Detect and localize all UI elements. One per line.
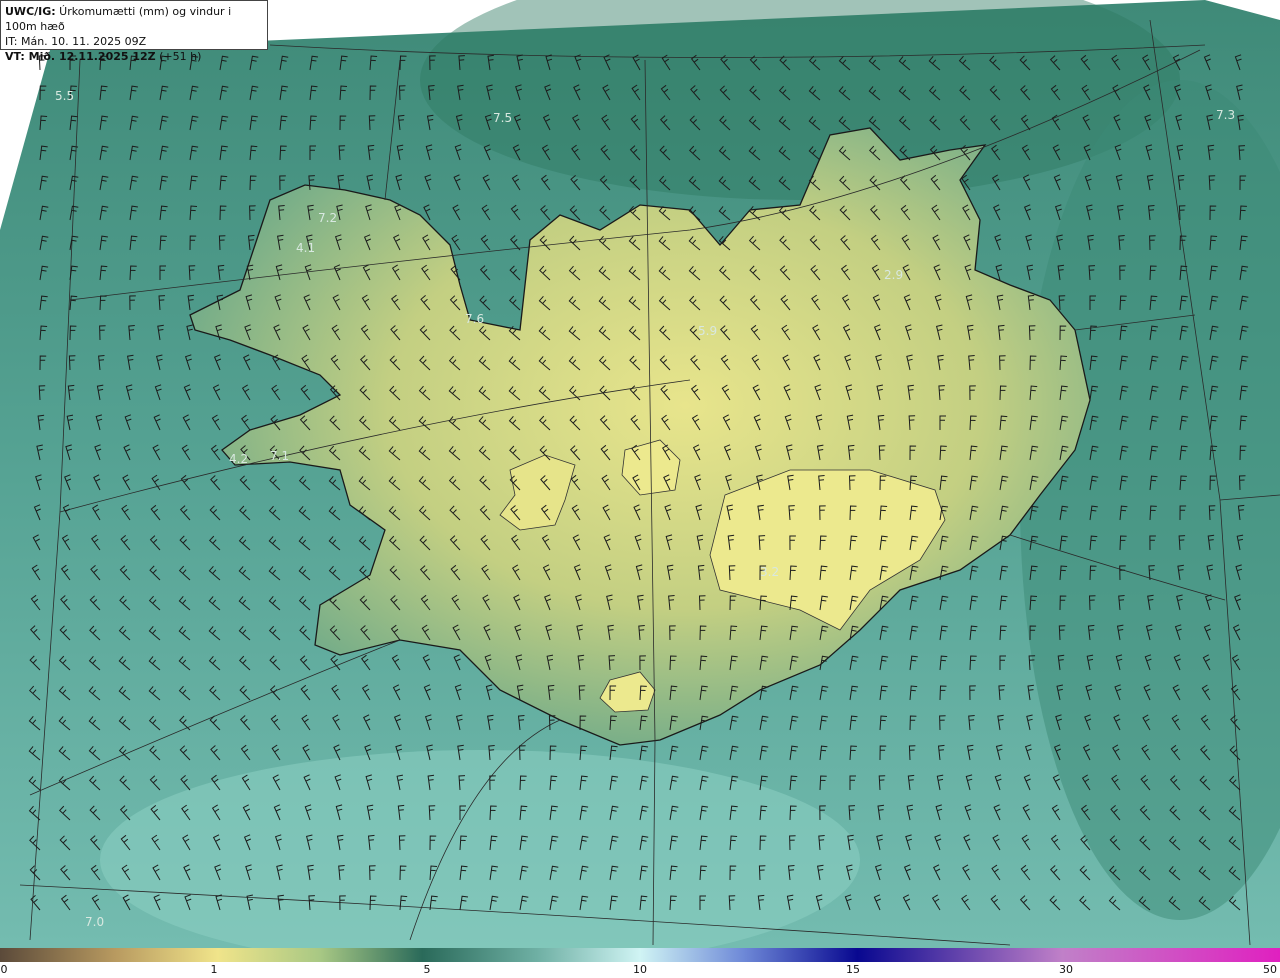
valid-time-line: VT: Mið. 12.11.2025 12Z (+51 h) <box>5 49 263 64</box>
colorbar-tick: 10 <box>633 963 647 976</box>
colorbar <box>0 948 1280 962</box>
value-label: 7.2 <box>318 211 337 225</box>
issue-time: IT: Mán. 10. 11. 2025 09Z <box>5 35 147 48</box>
colorbar-tick: 50 <box>1263 963 1277 976</box>
value-label: 5.9 <box>698 324 717 338</box>
value-label: 7.3 <box>1216 108 1235 122</box>
value-label: 2.9 <box>884 268 903 282</box>
value-label: 3.2 <box>760 565 779 579</box>
value-label: 5.5 <box>55 89 74 103</box>
colorbar-tick: 30 <box>1059 963 1073 976</box>
value-label: 4.2 <box>229 452 248 466</box>
value-label: 7.5 <box>493 111 512 125</box>
colorbar-ticks: 0 1 5 10 15 30 50 <box>0 962 1280 978</box>
colorbar-tick: 0 <box>0 963 8 976</box>
model-name: UWC/IG: <box>5 5 56 18</box>
title-line: UWC/IG: Úrkomumætti (mm) og vindur i 100… <box>5 4 263 34</box>
value-label: 7.6 <box>465 312 484 326</box>
valid-time: Mið. 12.11.2025 12Z <box>28 50 156 63</box>
value-label: 4.1 <box>296 241 315 255</box>
lead-time: (+51 h) <box>155 50 202 63</box>
map-header-box: UWC/IG: Úrkomumætti (mm) og vindur i 100… <box>0 0 268 63</box>
precipitation-wind-map[interactable]: 5.5 7.5 7.3 7.2 4.1 2.9 7.6 5.9 4.2 7.1 … <box>0 0 1280 948</box>
colorbar-tick: 1 <box>210 963 218 976</box>
colorbar-tick: 15 <box>846 963 860 976</box>
value-label: 7.0 <box>85 915 104 929</box>
valid-prefix: VT: <box>5 50 29 63</box>
colorbar-tick: 5 <box>423 963 431 976</box>
value-label: 7.1 <box>270 449 289 463</box>
